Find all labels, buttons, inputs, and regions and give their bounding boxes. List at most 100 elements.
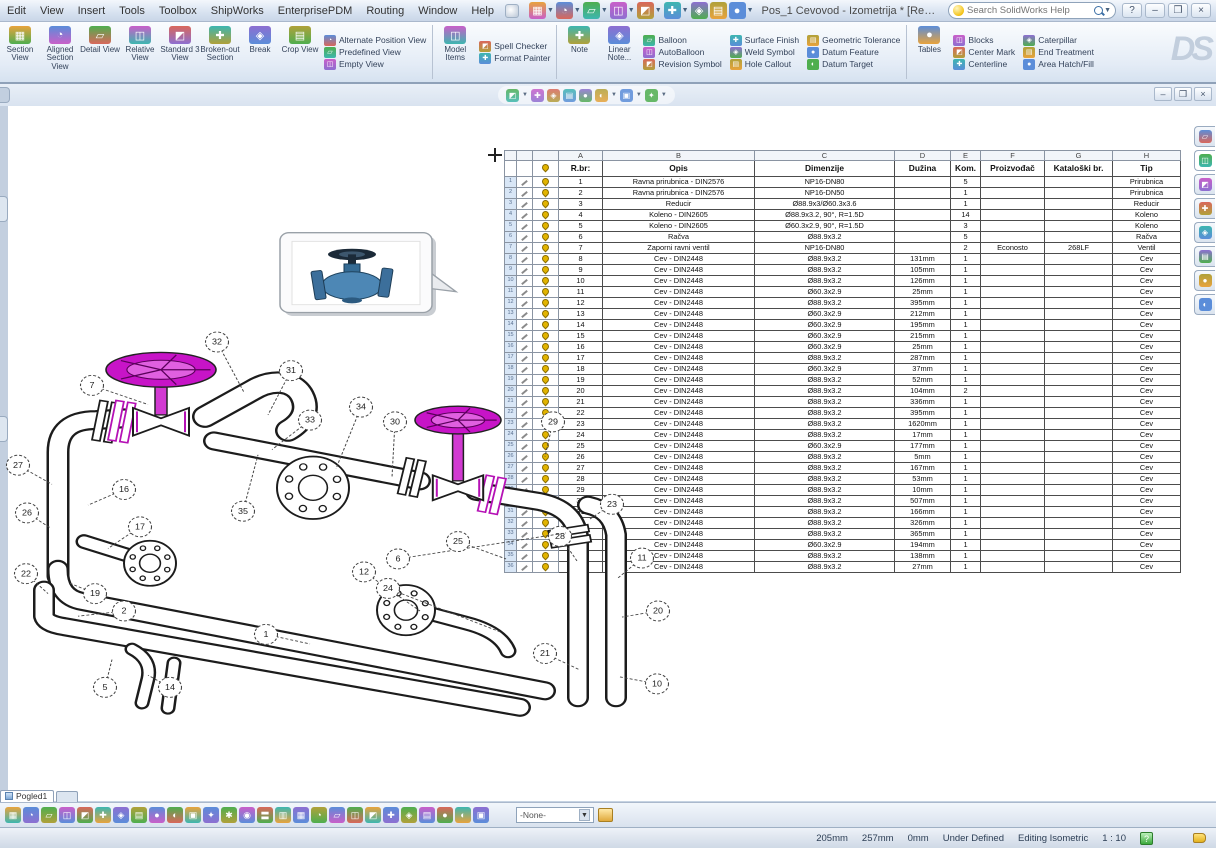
table-row[interactable]: 2525Cev - DIN2448Ø60.3x2.9177mm1Cev (505, 441, 1181, 452)
bom-cell[interactable]: Ø88.9x3.2 (755, 397, 895, 408)
table-row[interactable]: 2323Cev - DIN2448Ø88.9x3.21620mm1Cev (505, 419, 1181, 430)
row-id-cell[interactable]: 36 (505, 562, 517, 573)
bom-cell[interactable]: Cev - DIN2448 (603, 287, 755, 298)
row-tool-cell[interactable] (517, 353, 533, 364)
table-row[interactable]: 1616Cev - DIN2448Ø60.3x2.925mm1Cev (505, 342, 1181, 353)
bom-cell[interactable]: 7 (559, 243, 603, 254)
menu-routing[interactable]: Routing (359, 3, 411, 19)
bom-cell[interactable]: Cev (1113, 540, 1181, 551)
bom-cell[interactable]: Ø88.9x3.2 (755, 298, 895, 309)
edit-stack-0[interactable]: ◩Spell Checker (479, 41, 550, 52)
row-tool-cell[interactable] (517, 320, 533, 331)
table-row[interactable]: 2626Cev - DIN2448Ø88.9x3.25mm1Cev (505, 452, 1181, 463)
bom-cell[interactable]: 10mm (895, 485, 951, 496)
row-id-cell[interactable]: 10 (505, 276, 517, 287)
balloon-32[interactable]: 32 (206, 332, 245, 392)
solidworks-home-tab[interactable]: ◫ (1194, 150, 1215, 171)
bom-cell[interactable] (1045, 507, 1113, 518)
dynamic-annotation-icon[interactable]: ▤ (563, 89, 576, 102)
bom-cell[interactable] (981, 177, 1045, 188)
balloon-17[interactable]: 17 (108, 517, 152, 549)
save-icon[interactable]: ▱ (583, 2, 600, 19)
bom-cell[interactable]: Cev (1113, 309, 1181, 320)
bom-cell[interactable]: 1620mm (895, 419, 951, 430)
row-id-cell[interactable]: 21 (505, 397, 517, 408)
bom-cell[interactable] (1045, 199, 1113, 210)
row-balloon-cell[interactable] (533, 210, 559, 221)
bom-cell[interactable]: Cev - DIN2448 (603, 397, 755, 408)
bom-cell[interactable] (981, 540, 1045, 551)
bom-cell[interactable]: Ø60.3x2.9 (755, 331, 895, 342)
view-stack-1[interactable]: ▱Predefined View (324, 47, 426, 58)
bom-cell[interactable] (1045, 210, 1113, 221)
bom-cell[interactable]: Ø88.9x3.2 (755, 232, 895, 243)
row-balloon-cell[interactable] (533, 518, 559, 529)
bom-cell[interactable]: 1 (951, 331, 981, 342)
bom-cell[interactable] (1045, 375, 1113, 386)
table-row[interactable]: 2222Cev - DIN2448Ø88.9x3.2395mm1Cev (505, 408, 1181, 419)
row-tool-cell[interactable] (517, 474, 533, 485)
bom-cell[interactable]: Ø60.3x2.9 (755, 309, 895, 320)
btn-relative-view[interactable]: ◫Relative View (120, 22, 160, 82)
bom-cell[interactable] (981, 562, 1045, 573)
row-balloon-cell[interactable] (533, 375, 559, 386)
balloon-33[interactable]: 33 (272, 410, 322, 449)
bom-cell[interactable]: Ø88.9x3.2 (755, 419, 895, 430)
row-id-cell[interactable]: 31 (505, 507, 517, 518)
bom-cell[interactable]: 336mm (895, 397, 951, 408)
balloon-stack-1[interactable]: ◫AutoBalloon (643, 47, 721, 58)
row-id-cell[interactable]: 6 (505, 232, 517, 243)
view-stack-2[interactable]: ◫Empty View (324, 59, 426, 70)
row-id-cell[interactable]: 19 (505, 375, 517, 386)
bom-cell[interactable]: 1 (951, 265, 981, 276)
bom-cell[interactable]: Cev - DIN2448 (603, 474, 755, 485)
revision-table-icon[interactable]: ◐ (455, 807, 471, 823)
bom-cell[interactable] (1045, 452, 1113, 463)
row-id-cell[interactable]: 14 (505, 320, 517, 331)
bom-cell[interactable]: 22 (559, 408, 603, 419)
bom-cell[interactable]: 30 (559, 496, 603, 507)
bom-cell[interactable]: 1 (559, 177, 603, 188)
bom-cell[interactable]: 1 (951, 353, 981, 364)
layer-properties-icon[interactable] (598, 808, 613, 822)
hide-show-annotations-icon[interactable]: ✦ (645, 89, 658, 102)
bom-cell[interactable]: Cev (1113, 265, 1181, 276)
table-row[interactable]: 33ReducirØ88.9x3/Ø60.3x3.61Reducir (505, 199, 1181, 210)
bom-cell[interactable] (981, 430, 1045, 441)
bom-cell[interactable]: Cev (1113, 331, 1181, 342)
view-selector-icon[interactable]: ◩ (506, 89, 519, 102)
bom-cell[interactable]: 21 (559, 397, 603, 408)
minimize-button[interactable]: – (1145, 3, 1165, 18)
bom-cell[interactable]: 212mm (895, 309, 951, 320)
dropdown-caret[interactable]: ▼ (628, 7, 635, 14)
row-tool-cell[interactable] (517, 408, 533, 419)
bom-cell[interactable]: Ø88.9x3.2 (755, 254, 895, 265)
bom-cell[interactable]: 31 (559, 507, 603, 518)
model-items-icon[interactable]: ◔ (23, 807, 39, 823)
bom-cell[interactable]: 5 (559, 221, 603, 232)
datum-stack-1[interactable]: ●Datum Feature (807, 47, 900, 58)
balloon-icon[interactable]: ◈ (113, 807, 129, 823)
bom-cell[interactable]: 32 (559, 518, 603, 529)
bom-cell[interactable]: Cev - DIN2448 (603, 419, 755, 430)
bom-cell[interactable] (981, 474, 1045, 485)
bom-cell[interactable]: NP16-DN50 (755, 188, 895, 199)
weld-table-icon[interactable]: ▣ (473, 807, 489, 823)
bom-cell[interactable]: 16 (559, 342, 603, 353)
row-tool-cell[interactable] (517, 518, 533, 529)
note-icon[interactable]: ◩ (77, 807, 93, 823)
table-row[interactable]: 1111Cev - DIN2448Ø60.3x2.925mm1Cev (505, 287, 1181, 298)
bom-cell[interactable] (1045, 386, 1113, 397)
balloon-16[interactable]: 16 (88, 480, 136, 506)
row-balloon-cell[interactable] (533, 474, 559, 485)
bom-cell[interactable]: 326mm (895, 518, 951, 529)
symbol-stack-2[interactable]: ▤Hole Callout (730, 59, 799, 70)
mark-stack-2[interactable]: ✚Centerline (953, 59, 1015, 70)
bom-cell[interactable] (981, 210, 1045, 221)
bom-cell[interactable] (981, 309, 1045, 320)
datum-stack-2[interactable]: ◐Datum Target (807, 59, 900, 70)
bom-cell[interactable] (1045, 364, 1113, 375)
row-balloon-cell[interactable] (533, 353, 559, 364)
bom-cell[interactable]: Cev (1113, 254, 1181, 265)
child-close-button[interactable]: × (1194, 87, 1212, 101)
